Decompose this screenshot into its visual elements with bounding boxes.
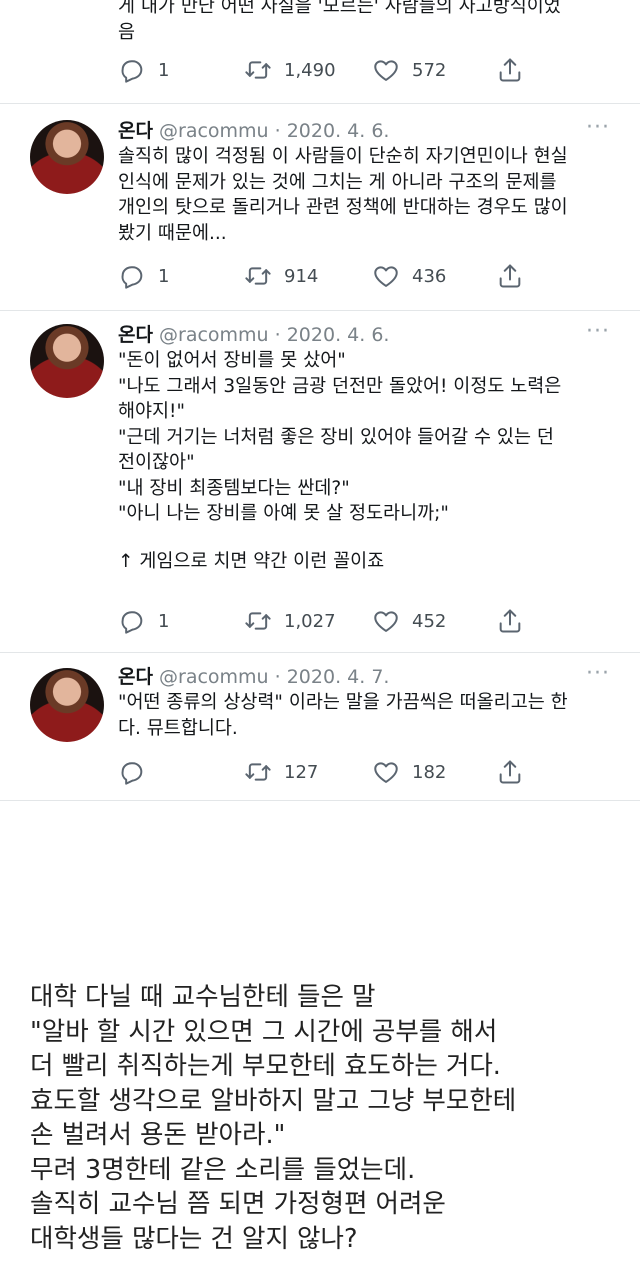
like-icon xyxy=(374,611,398,632)
more-icon[interactable]: ··· xyxy=(586,321,610,343)
retweet-count: 127 xyxy=(284,761,319,783)
tweet-actions: 1 1,027 452 xyxy=(118,607,538,637)
post-line: "알바 할 시간 있으면 그 시간에 공부를 해서 xyxy=(30,1016,498,1047)
tweet-text-line: 해야지!" xyxy=(118,401,185,422)
divider xyxy=(0,652,640,653)
avatar[interactable] xyxy=(30,668,104,742)
like-button[interactable]: 572 xyxy=(372,56,446,84)
handle-date: @racommu · 2020. 4. 6. xyxy=(159,324,390,346)
reply-button[interactable] xyxy=(118,758,158,786)
retweet-button[interactable]: 1,490 xyxy=(244,56,336,84)
divider xyxy=(0,103,640,104)
reply-count: 1 xyxy=(158,59,170,81)
tweet-header: 온다 @racommu · 2020. 4. 6. xyxy=(118,118,389,144)
reply-icon xyxy=(121,611,143,634)
tweet-text: "어떤 종류의 상상력" 이라는 말을 가끔씩은 떠올리고는 한 다. 뮤트합니… xyxy=(118,690,618,741)
divider xyxy=(0,310,640,311)
retweet-icon xyxy=(245,61,271,79)
post-line: 효도할 생각으로 알바하지 말고 그냥 부모한테 xyxy=(30,1085,517,1116)
tweet-header: 온다 @racommu · 2020. 4. 7. xyxy=(118,664,389,690)
tweet-text-line: "근데 거기는 너처럼 좋은 장비 있어야 들어갈 수 있는 던 xyxy=(118,426,554,448)
handle-date: @racommu · 2020. 4. 7. xyxy=(159,666,390,688)
retweet-button[interactable]: 1,027 xyxy=(244,607,336,635)
post-line: 손 벌려서 용돈 받아라." xyxy=(30,1120,286,1150)
share-button[interactable] xyxy=(496,607,524,635)
post-line: 대학생들 많다는 건 알지 않나? xyxy=(30,1223,358,1254)
like-button[interactable]: 452 xyxy=(372,607,446,635)
post-line: 더 빨리 취직하는게 부모한테 효도하는 거다. xyxy=(30,1051,501,1081)
tweet-text: 게 내가 만난 어떤 사실을 '모르는' 사람들의 사고방식이었 음 xyxy=(118,0,618,45)
like-count: 182 xyxy=(412,761,447,783)
tweet-actions: 1 914 436 xyxy=(118,262,538,292)
display-name[interactable]: 온다 xyxy=(118,324,153,346)
share-icon xyxy=(499,760,521,784)
like-count: 572 xyxy=(412,59,447,81)
handle-date: @racommu · 2020. 4. 6. xyxy=(159,120,390,142)
like-button[interactable]: 182 xyxy=(372,758,446,786)
tweet-actions: 127 182 xyxy=(118,758,538,788)
reply-icon xyxy=(121,762,143,785)
post-line: 무려 3명한테 같은 소리를 들었는데. xyxy=(30,1154,416,1185)
share-button[interactable] xyxy=(496,56,524,84)
tweet-text-line: "어떤 종류의 상상력" 이라는 말을 가끔씩은 떠올리고는 한 xyxy=(118,692,568,713)
reply-button[interactable]: 1 xyxy=(118,56,169,84)
like-button[interactable]: 436 xyxy=(372,262,446,290)
retweet-icon xyxy=(245,267,271,285)
tweet-actions: 1 1,490 572 xyxy=(118,56,538,86)
post-text: 대학 다닐 때 교수님한테 들은 말 "알바 할 시간 있으면 그 시간에 공부… xyxy=(30,980,630,1256)
retweet-count: 1,490 xyxy=(284,59,336,81)
tweet-text: 솔직히 많이 걱정됨 이 사람들이 단순히 자기연민이나 현실 인식에 문제가 … xyxy=(118,144,618,246)
reply-count: 1 xyxy=(158,265,170,287)
retweet-count: 914 xyxy=(284,265,319,287)
retweet-icon xyxy=(245,763,271,781)
share-icon xyxy=(499,264,521,288)
like-icon xyxy=(374,762,398,783)
display-name[interactable]: 온다 xyxy=(118,120,153,142)
share-button[interactable] xyxy=(496,758,524,786)
post-line: 솔직히 교수님 쯤 되면 가정형편 어려운 xyxy=(30,1189,446,1219)
retweet-button[interactable]: 914 xyxy=(244,262,318,290)
tweet-note: ↑ 게임으로 치면 약간 이런 꼴이죠 xyxy=(118,550,385,572)
tweet-text-line: 전이잖아" xyxy=(118,452,195,473)
tweet-text-line: 봤기 때문에... xyxy=(118,222,227,244)
tweet-text-line: "돈이 없어서 장비를 못 샀어" xyxy=(118,350,346,371)
retweet-button[interactable]: 127 xyxy=(244,758,318,786)
share-icon xyxy=(499,58,521,82)
like-count: 452 xyxy=(412,610,447,632)
reply-button[interactable]: 1 xyxy=(118,607,169,635)
retweet-count: 1,027 xyxy=(284,610,336,632)
tweet-text-line: 인식에 문제가 있는 것에 그치는 게 아니라 구조의 문제를 xyxy=(118,171,557,193)
share-button[interactable] xyxy=(496,262,524,290)
like-icon xyxy=(374,60,398,81)
tweet-text-line: 개인의 탓으로 돌리거나 관련 정책에 반대하는 경우도 많이 xyxy=(118,197,568,218)
more-icon[interactable]: ··· xyxy=(586,663,610,685)
tweet-text-line: "나도 그래서 3일동안 금광 던전만 돌았어! 이정도 노력은 xyxy=(118,375,562,397)
like-icon xyxy=(374,266,398,287)
retweet-icon xyxy=(245,612,271,630)
divider xyxy=(0,800,640,801)
tweet-text-line: 게 내가 만난 어떤 사실을 '모르는' 사람들의 사고방식이었 xyxy=(118,0,561,17)
share-icon xyxy=(499,609,521,633)
display-name[interactable]: 온다 xyxy=(118,666,153,688)
tweet-text-line: 음 xyxy=(118,21,136,43)
more-icon[interactable]: ··· xyxy=(586,117,610,139)
reply-button[interactable]: 1 xyxy=(118,262,169,290)
reply-icon xyxy=(121,60,143,83)
tweet-text-line: "아니 나는 장비를 아예 못 살 정도라니까;" xyxy=(118,503,449,524)
post-line: 대학 다닐 때 교수님한테 들은 말 xyxy=(30,982,376,1012)
tweet-text-line: 다. 뮤트합니다. xyxy=(118,717,238,739)
tweet-text: "돈이 없어서 장비를 못 샀어" "나도 그래서 3일동안 금광 던전만 돌았… xyxy=(118,348,618,574)
tweet-text-line: 솔직히 많이 걱정됨 이 사람들이 단순히 자기연민이나 현실 xyxy=(118,146,568,167)
tweet-header: 온다 @racommu · 2020. 4. 6. xyxy=(118,322,389,348)
tweet-text-line: "내 장비 최종템보다는 싼데?" xyxy=(118,477,350,499)
avatar[interactable] xyxy=(30,324,104,398)
reply-count: 1 xyxy=(158,610,170,632)
like-count: 436 xyxy=(412,265,447,287)
reply-icon xyxy=(121,266,143,289)
avatar[interactable] xyxy=(30,120,104,194)
